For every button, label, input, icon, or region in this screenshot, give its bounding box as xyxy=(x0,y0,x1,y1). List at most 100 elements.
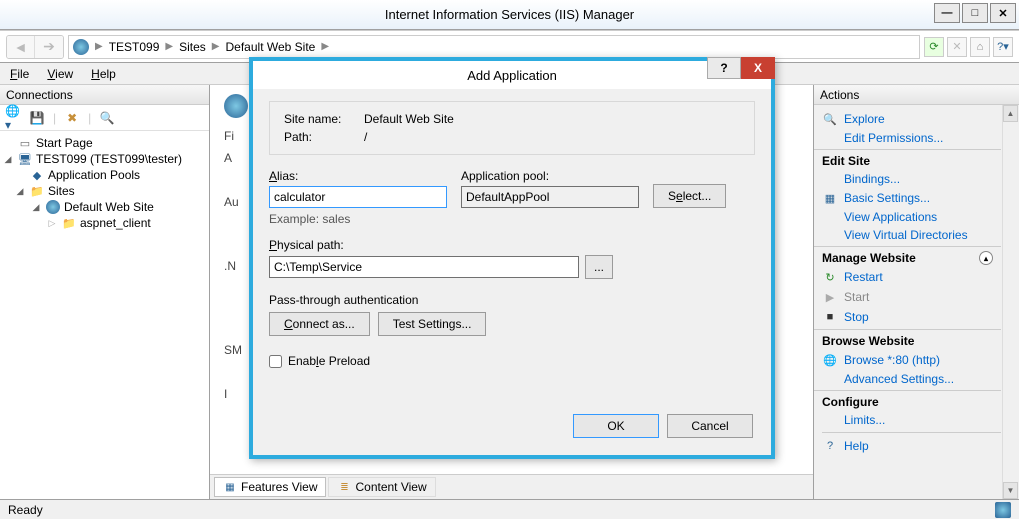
collapse-icon[interactable]: ◢ xyxy=(14,186,26,197)
actions-panel: Actions ▲ ▼ 🔍Explore Edit Permissions...… xyxy=(814,85,1019,499)
alias-example: Example: sales xyxy=(269,212,755,226)
status-icon xyxy=(995,502,1011,518)
stop-icon: ■ xyxy=(822,309,838,325)
action-limits[interactable]: Limits... xyxy=(814,411,1019,429)
folder-icon: 📁 xyxy=(61,216,77,230)
refresh-tree-icon[interactable]: 🔍 xyxy=(99,110,115,126)
collapse-icon[interactable]: ◢ xyxy=(30,202,42,213)
section-manage-website: Manage Website▴ xyxy=(814,246,1001,267)
breadcrumb-server[interactable]: TEST099 xyxy=(109,40,160,54)
content-icon: ≣ xyxy=(337,480,351,494)
ok-button[interactable]: OK xyxy=(573,414,659,438)
pool-label: Application pool: xyxy=(461,169,639,183)
stop-icon[interactable]: ✕ xyxy=(947,37,967,57)
page-icon: ▭ xyxy=(17,136,33,150)
features-icon: ▦ xyxy=(223,480,237,494)
cancel-button[interactable]: Cancel xyxy=(667,414,753,438)
connect-as-button[interactable]: Connect as... xyxy=(269,312,370,336)
save-icon[interactable]: 💾 xyxy=(29,110,45,126)
actions-body: ▲ ▼ 🔍Explore Edit Permissions... Edit Si… xyxy=(814,105,1019,499)
help-dropdown-icon[interactable]: ?▾ xyxy=(993,37,1013,57)
action-edit-permissions[interactable]: Edit Permissions... xyxy=(814,129,1019,147)
dialog-close-button[interactable]: X xyxy=(741,57,775,79)
connections-panel: Connections 🌐▾ 💾 | ✖ | 🔍 ▭ Start Page ◢ … xyxy=(0,85,210,499)
enable-preload-row: Enable Preload xyxy=(269,354,755,368)
connections-toolbar: 🌐▾ 💾 | ✖ | 🔍 xyxy=(0,105,209,131)
chevron-right-icon: ▶ xyxy=(165,41,173,52)
menu-file[interactable]: File xyxy=(10,67,29,81)
dialog-help-button[interactable]: ? xyxy=(707,57,741,79)
expand-icon[interactable]: ▷ xyxy=(46,218,58,229)
test-settings-button[interactable]: Test Settings... xyxy=(378,312,487,336)
scroll-up-icon[interactable]: ▲ xyxy=(1003,105,1018,122)
browse-button[interactable]: ... xyxy=(585,255,613,279)
action-stop[interactable]: ■Stop xyxy=(814,307,1019,327)
physical-path-input[interactable] xyxy=(269,256,579,278)
tree-aspnet-client[interactable]: ▷ 📁 aspnet_client xyxy=(2,215,207,231)
action-help[interactable]: ?Help xyxy=(814,436,1019,456)
action-view-vdirs[interactable]: View Virtual Directories xyxy=(814,226,1019,244)
enable-preload-checkbox[interactable] xyxy=(269,355,282,368)
nav-forward-button[interactable]: ➔ xyxy=(35,36,63,58)
select-pool-button[interactable]: Select... xyxy=(653,184,726,208)
collapse-icon[interactable]: ◢ xyxy=(2,154,14,165)
app-pool-icon: ◆ xyxy=(29,168,45,182)
pool-field: Application pool: xyxy=(461,169,639,208)
minimize-button[interactable]: — xyxy=(934,3,960,23)
nav-back-button[interactable]: ◄ xyxy=(7,36,35,58)
remove-icon[interactable]: ✖ xyxy=(64,110,80,126)
pass-through-label: Pass-through authentication xyxy=(269,293,755,307)
breadcrumb-sites[interactable]: Sites xyxy=(179,40,206,54)
actions-scrollbar[interactable]: ▲ ▼ xyxy=(1002,105,1018,499)
dialog-titlebar: Add Application ? X xyxy=(253,61,771,89)
breadcrumb[interactable]: ▶ TEST099 ▶ Sites ▶ Default Web Site ▶ xyxy=(68,35,920,59)
dialog-body: Site name: Default Web Site Path: / Alia… xyxy=(253,89,771,405)
alias-label: Alias: xyxy=(269,169,447,183)
connect-icon[interactable]: 🌐▾ xyxy=(5,110,21,126)
scroll-down-icon[interactable]: ▼ xyxy=(1003,482,1018,499)
close-button[interactable]: ✕ xyxy=(990,3,1016,23)
tab-features-view[interactable]: ▦ Features View xyxy=(214,477,326,497)
action-browse-80[interactable]: 🌐Browse *:80 (http) xyxy=(814,350,1019,370)
tab-content-view[interactable]: ≣ Content View xyxy=(328,477,435,497)
maximize-button[interactable]: □ xyxy=(962,3,988,23)
dialog-info-box: Site name: Default Web Site Path: / xyxy=(269,101,755,155)
tree-default-site[interactable]: ◢ Default Web Site xyxy=(2,199,207,215)
menu-view[interactable]: View xyxy=(47,67,73,81)
tree-sites[interactable]: ◢ 📁 Sites xyxy=(2,183,207,199)
action-bindings[interactable]: Bindings... xyxy=(814,170,1019,188)
address-right-icons: ⟳ ✕ ⌂ ?▾ xyxy=(924,37,1013,57)
action-start[interactable]: ▶Start xyxy=(814,287,1019,307)
menu-help[interactable]: Help xyxy=(91,67,116,81)
tree-app-pools[interactable]: ◆ Application Pools xyxy=(2,167,207,183)
tree-server[interactable]: ◢ 🖥 TEST099 (TEST099\tester) xyxy=(2,151,207,167)
globe-icon xyxy=(45,200,61,214)
connections-tree: ▭ Start Page ◢ 🖥 TEST099 (TEST099\tester… xyxy=(0,131,209,499)
physical-path-field: Physical path: ... xyxy=(269,238,755,279)
action-basic-settings[interactable]: ▦Basic Settings... xyxy=(814,188,1019,208)
window-titlebar: Internet Information Services (IIS) Mana… xyxy=(0,0,1019,30)
divider xyxy=(822,432,1001,433)
view-tabs: ▦ Features View ≣ Content View xyxy=(210,474,813,499)
home-icon[interactable]: ⌂ xyxy=(970,37,990,57)
nav-buttons: ◄ ➔ xyxy=(6,35,64,59)
action-restart[interactable]: ↻Restart xyxy=(814,267,1019,287)
action-advanced-settings[interactable]: Advanced Settings... xyxy=(814,370,1019,388)
refresh-icon[interactable]: ⟳ xyxy=(924,37,944,57)
alias-input[interactable] xyxy=(269,186,447,208)
action-view-apps[interactable]: View Applications xyxy=(814,208,1019,226)
auth-button-row: Connect as... Test Settings... xyxy=(269,312,755,336)
breadcrumb-site[interactable]: Default Web Site xyxy=(226,40,316,54)
path-label: Path: xyxy=(284,130,364,144)
help-icon: ? xyxy=(822,438,838,454)
status-bar: Ready xyxy=(0,499,1019,519)
dialog-buttons: ? X xyxy=(707,57,775,79)
action-explore[interactable]: 🔍Explore xyxy=(814,109,1019,129)
window-controls: — □ ✕ xyxy=(934,3,1016,23)
settings-icon: ▦ xyxy=(822,190,838,206)
browse-icon: 🌐 xyxy=(822,352,838,368)
server-icon: 🖥 xyxy=(17,152,33,166)
collapse-icon[interactable]: ▴ xyxy=(979,251,993,265)
tree-start-page[interactable]: ▭ Start Page xyxy=(2,135,207,151)
chevron-right-icon: ▶ xyxy=(212,41,220,52)
